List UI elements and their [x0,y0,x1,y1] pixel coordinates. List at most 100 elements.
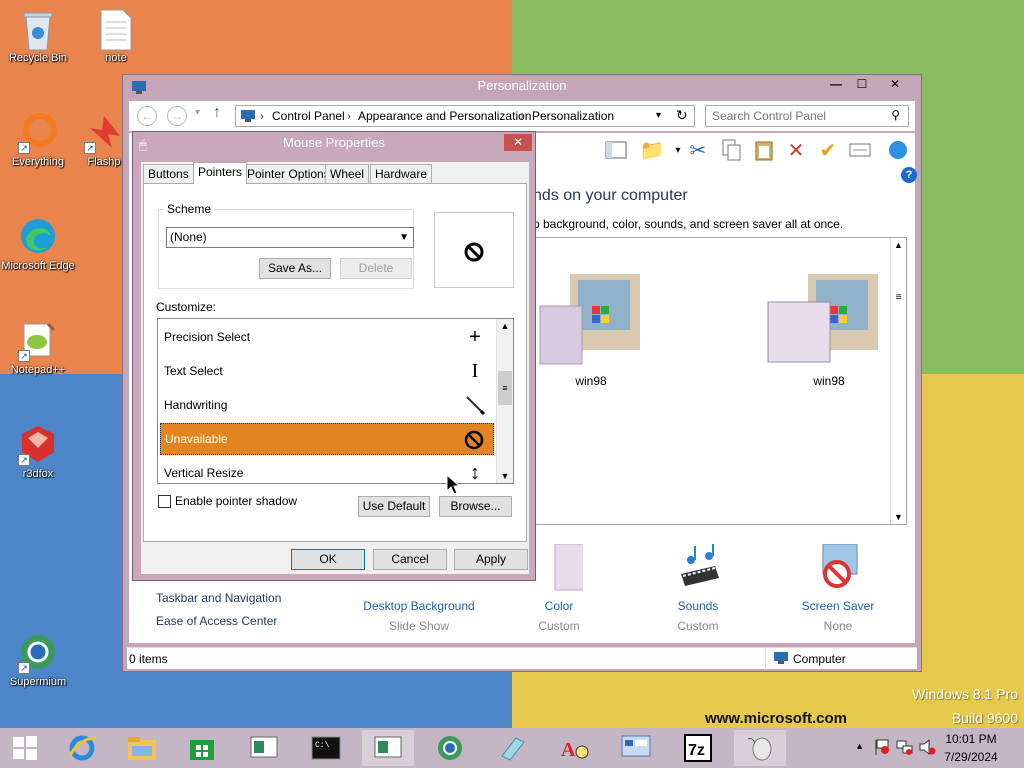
scroll-thumb-grip-icon[interactable]: ≡ [891,292,906,303]
screen-saver-title[interactable]: Screen Saver [768,599,908,613]
internet-explorer-icon[interactable] [56,730,108,766]
tab-pointer-options[interactable]: Pointer Options [242,164,335,184]
sounds-title[interactable]: Sounds [628,599,768,613]
unavailable-cursor-icon [464,242,484,262]
command-prompt-icon[interactable]: C:\ [300,730,352,766]
desktop-background-title[interactable]: Desktop Background [349,599,489,613]
paste-icon[interactable] [751,137,777,163]
scroll-up-icon[interactable]: ▲ [891,240,906,250]
cancel-button[interactable]: Cancel [373,549,447,570]
view-pane-icon[interactable] [603,137,629,163]
folder-options-icon[interactable]: 📁 [639,137,665,163]
search-box[interactable]: ⚲ [705,105,909,127]
desktop-background-value: Slide Show [388,619,450,633]
ok-button[interactable]: OK [291,549,365,570]
pointer-shadow-label[interactable]: Enable pointer shadow [175,494,297,508]
mouse-properties-taskbar-icon[interactable] [734,730,786,766]
copy-icon[interactable] [719,137,745,163]
pointer-row-handwriting[interactable]: Handwriting [160,389,494,421]
forward-arrow-icon[interactable]: → [167,106,187,126]
clock[interactable]: 10:01 PM 7/29/2024 [936,732,1006,764]
volume-muted-icon[interactable] [918,738,936,759]
checkmark-icon[interactable]: ✔ [815,137,841,163]
themes-scrollbar[interactable]: ▲ ≡ ▼ [890,238,906,524]
action-center-flag-icon[interactable] [874,738,890,759]
control-panel-taskbar-icon[interactable] [238,730,290,766]
theme-item[interactable]: win98 [526,270,656,388]
network-icon[interactable] [896,738,914,759]
dialog-close-button[interactable]: ✕ [504,134,532,151]
breadcrumb-control-panel[interactable]: Control Panel [272,109,345,123]
sounds-item[interactable]: Sounds Custom [628,543,768,633]
settings-window-icon[interactable] [610,730,662,766]
tab-pointers[interactable]: Pointers [193,162,248,184]
delete-button[interactable]: Delete [340,258,412,279]
maximize-button[interactable]: ☐ [849,76,875,94]
minimize-button[interactable]: — [823,76,849,94]
desktop-icon-recycle-bin[interactable]: Recycle Bin [0,8,80,64]
personalization-taskbar-icon[interactable] [362,730,414,766]
up-arrow-icon[interactable]: ↑ [213,104,221,122]
vertical-resize-cursor-icon: ↕ [470,462,480,484]
theme-thumbnail [764,270,894,366]
pointer-list[interactable]: Precision Select + Text Select I Handwri… [157,318,514,484]
control-panel-icon [241,110,255,122]
svg-text:7z: 7z [688,742,705,759]
tab-hardware[interactable]: Hardware [370,164,433,184]
file-explorer-icon[interactable] [116,730,168,766]
apply-button[interactable]: Apply [454,549,528,570]
taskbar-navigation-link[interactable]: Taskbar and Navigation [156,591,281,605]
pointer-row-unavailable[interactable]: Unavailable [160,423,494,455]
scroll-down-icon[interactable]: ▼ [497,471,513,481]
pointer-row-text-select[interactable]: Text Select I [160,355,494,387]
scroll-thumb[interactable]: ≡ [498,371,512,405]
pointer-list-scrollbar[interactable]: ▲ ≡ ▼ [496,319,513,483]
desktop-icon-note[interactable]: note [74,8,158,64]
dialog-title-bar[interactable]: 🖱 Mouse Properties ✕ [133,132,535,154]
color-title[interactable]: Color [489,599,629,613]
chevron-down-icon[interactable]: ▾ [656,110,661,121]
desktop-icon-r3dfox[interactable]: ↗ r3dfox [0,424,80,480]
supermium-taskbar-icon[interactable] [424,730,476,766]
globe-icon[interactable] [885,137,911,163]
title-bar[interactable]: Personalization — ☐ ✕ [123,75,921,99]
show-hidden-icons-chevron[interactable]: ▲ [855,741,864,751]
back-arrow-icon[interactable]: ← [137,106,157,126]
chevron-down-icon: ▼ [399,232,409,243]
search-input[interactable] [706,106,876,126]
desktop-icon-everything[interactable]: ↗ Everything [0,112,80,168]
help-icon[interactable]: ? [901,167,917,183]
properties-icon[interactable] [847,137,873,163]
breadcrumb-personalization[interactable]: Personalization [532,109,614,123]
tab-wheel[interactable]: Wheel [325,164,370,184]
desktop-icon-supermium[interactable]: ↗ Supermium [0,632,80,688]
scheme-select[interactable]: (None) ▼ [166,227,414,248]
scroll-up-icon[interactable]: ▲ [497,321,513,331]
start-button[interactable] [0,728,50,768]
address-bar[interactable]: › Control Panel › Appearance and Persona… [235,105,695,127]
pointer-row-precision-select[interactable]: Precision Select + [160,321,494,353]
cut-icon[interactable]: ✂ [685,137,711,163]
store-icon[interactable] [176,730,228,766]
browse-button[interactable]: Browse... [439,496,512,517]
theme-item[interactable]: win98 [764,270,894,388]
screen-saver-item[interactable]: Screen Saver None [768,543,908,633]
tab-buttons[interactable]: Buttons [143,164,194,184]
delete-icon[interactable]: ✕ [783,137,809,163]
pointer-row-vertical-resize[interactable]: Vertical Resize ↕ [160,457,494,484]
desktop-icon-edge[interactable]: Microsoft Edge [0,216,80,272]
save-as-button[interactable]: Save As... [259,258,331,279]
desktop-icon-notepad-plus-plus[interactable]: ↗ Notepad++ [0,320,80,376]
refresh-icon[interactable]: ↻ [676,107,688,124]
notepad-taskbar-icon[interactable] [486,730,538,766]
scroll-down-icon[interactable]: ▼ [891,512,906,522]
ease-of-access-link[interactable]: Ease of Access Center [156,614,277,628]
use-default-button[interactable]: Use Default [358,496,430,517]
search-icon[interactable]: ⚲ [891,108,900,122]
breadcrumb-appearance[interactable]: Appearance and Personalization [358,109,531,123]
pointer-shadow-checkbox[interactable] [158,495,171,508]
recent-pages-chevron-icon[interactable]: ▾ [195,107,200,118]
font-viewer-icon[interactable]: A [548,730,600,766]
seven-zip-icon[interactable]: 7z [672,730,724,766]
close-button[interactable]: ✕ [875,76,915,94]
